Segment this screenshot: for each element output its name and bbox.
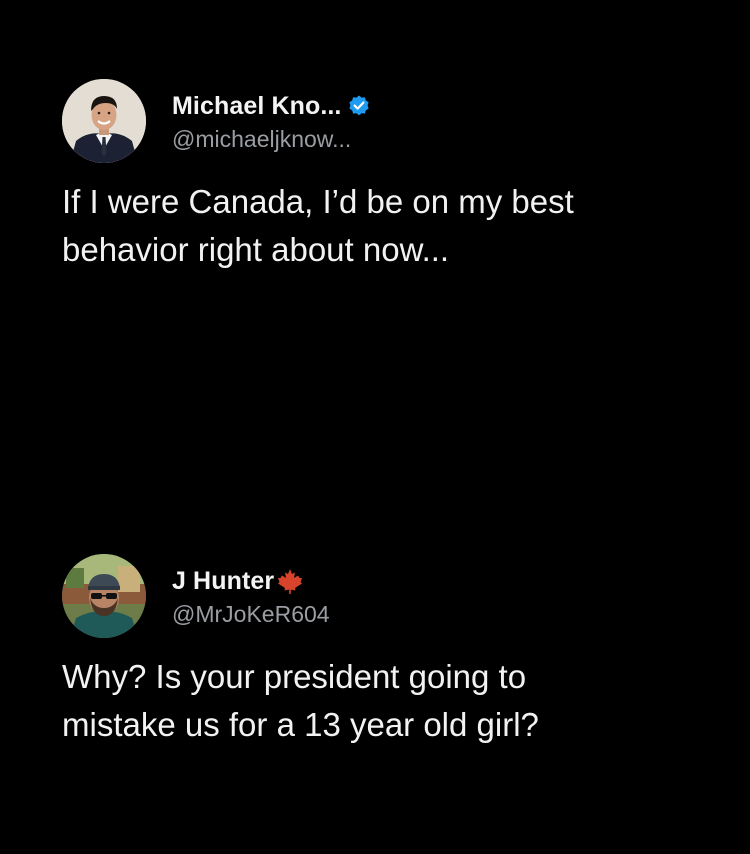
tweet-card: Michael Kno... @michaeljknow... If I wer… [62,78,722,274]
verified-badge-icon [347,94,371,118]
user-handle[interactable]: @MrJoKeR604 [172,601,330,628]
tweet-text: Why? Is your president going to mistake … [62,658,539,743]
display-name[interactable]: Michael Kno... [172,92,341,121]
maple-leaf-icon [276,567,304,595]
user-handle[interactable]: @michaeljknow... [172,126,371,153]
user-names: Michael Kno... @michaeljknow... [172,89,371,153]
avatar[interactable] [62,79,146,163]
display-name[interactable]: J Hunter [172,567,274,596]
avatar-portrait-image [62,79,146,163]
tweet-header: J Hunter @MrJoKeR604 [62,553,722,639]
display-name-row: J Hunter [172,564,330,598]
avatar[interactable] [62,554,146,638]
reply-card: J Hunter @MrJoKeR604 Why? Is your presid… [62,553,722,749]
avatar-portrait-image [62,554,146,638]
user-names: J Hunter @MrJoKeR604 [172,564,330,628]
tweet-text: If I were Canada, I’d be on my best beha… [62,183,574,268]
display-name-row: Michael Kno... [172,89,371,123]
tweet-header: Michael Kno... @michaeljknow... [62,78,722,164]
